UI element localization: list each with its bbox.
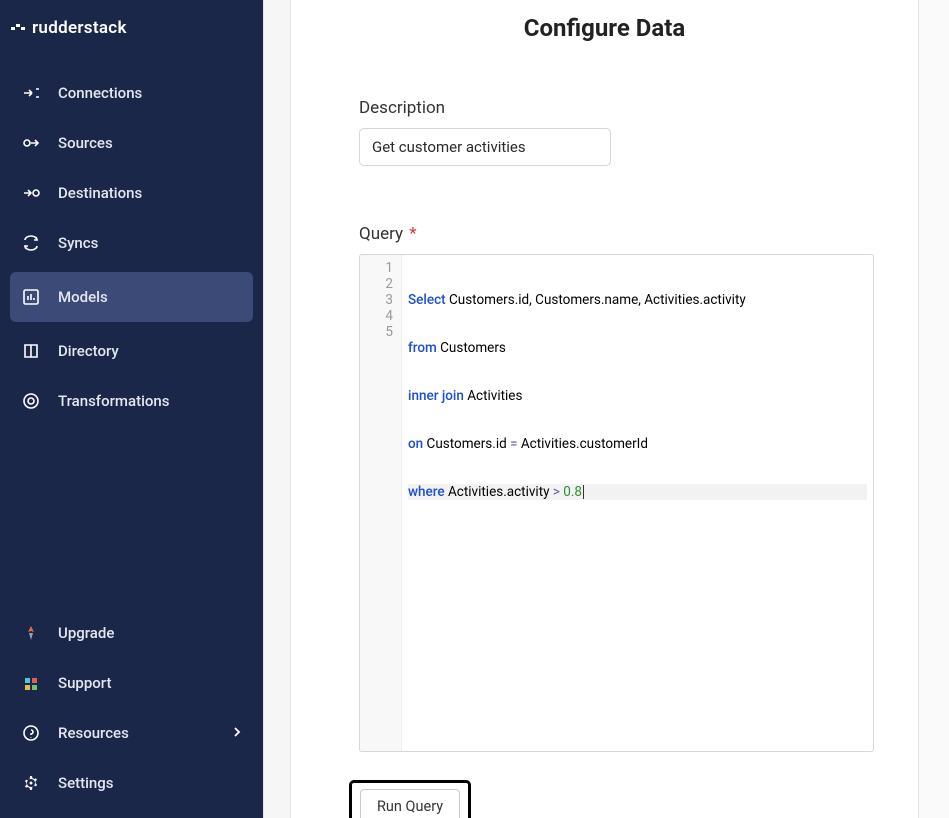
- sidebar-item-sources[interactable]: Sources: [0, 118, 263, 168]
- page-title: Configure Data: [291, 14, 918, 42]
- sidebar-item-label: Models: [58, 288, 108, 306]
- sidebar-item-label: Transformations: [58, 392, 169, 410]
- sidebar-item-label: Resources: [58, 724, 129, 742]
- settings-icon: [22, 774, 40, 792]
- sidebar-item-support[interactable]: Support: [0, 658, 263, 708]
- editor-code[interactable]: Select Customers.id, Customers.name, Act…: [402, 255, 873, 751]
- connections-icon: [22, 84, 40, 102]
- nav-bottom: Upgrade Support Resources Settings: [0, 608, 263, 818]
- sidebar-item-connections[interactable]: Connections: [0, 68, 263, 118]
- description-label: Description: [359, 98, 874, 118]
- query-field: Query * 1 2 3 4 5 Select Customers.id, C…: [359, 224, 874, 752]
- sidebar-item-label: Sources: [58, 134, 113, 152]
- run-query-highlight: Run Query: [349, 780, 471, 818]
- upgrade-icon: [22, 624, 40, 642]
- description-field: Description: [359, 98, 874, 166]
- resources-icon: [22, 724, 40, 742]
- sidebar-item-label: Destinations: [58, 184, 142, 202]
- brand-icon: [10, 20, 26, 36]
- syncs-icon: [22, 234, 40, 252]
- sidebar-item-models[interactable]: Models: [10, 272, 253, 322]
- sources-icon: [22, 134, 40, 152]
- editor-cursor: [583, 485, 584, 499]
- destinations-icon: [22, 184, 40, 202]
- sidebar-item-label: Settings: [58, 774, 114, 792]
- sidebar-item-label: Connections: [58, 84, 142, 102]
- right-gutter: [919, 0, 949, 818]
- query-editor[interactable]: 1 2 3 4 5 Select Customers.id, Customers…: [359, 254, 874, 752]
- main-panel: Configure Data Description Query * 1 2 3…: [291, 0, 919, 818]
- sidebar-item-syncs[interactable]: Syncs: [0, 218, 263, 268]
- sidebar: rudderstack Connections Sources Destinat…: [0, 0, 263, 818]
- models-icon: [22, 288, 40, 306]
- sidebar-item-label: Support: [58, 674, 111, 692]
- directory-icon: [22, 342, 40, 360]
- sidebar-item-label: Syncs: [58, 234, 98, 252]
- sidebar-item-label: Directory: [58, 342, 119, 360]
- brand-name: rudderstack: [32, 18, 127, 38]
- chevron-right-icon: [231, 724, 243, 742]
- sidebar-item-resources[interactable]: Resources: [0, 708, 263, 758]
- description-input[interactable]: [359, 128, 611, 166]
- sidebar-item-upgrade[interactable]: Upgrade: [0, 608, 263, 658]
- support-icon: [22, 674, 40, 692]
- sidebar-item-label: Upgrade: [58, 624, 114, 642]
- run-query-button[interactable]: Run Query: [360, 789, 460, 818]
- required-mark: *: [409, 224, 416, 244]
- nav-top: Connections Sources Destinations Syncs M…: [0, 68, 263, 608]
- sidebar-item-destinations[interactable]: Destinations: [0, 168, 263, 218]
- query-label: Query *: [359, 224, 874, 244]
- transformations-icon: [22, 392, 40, 410]
- sidebar-item-transformations[interactable]: Transformations: [0, 376, 263, 426]
- sidebar-item-directory[interactable]: Directory: [0, 326, 263, 376]
- sidebar-item-settings[interactable]: Settings: [0, 758, 263, 808]
- panel-divider: [263, 0, 291, 818]
- editor-gutter: 1 2 3 4 5: [360, 255, 402, 751]
- logo[interactable]: rudderstack: [0, 10, 263, 68]
